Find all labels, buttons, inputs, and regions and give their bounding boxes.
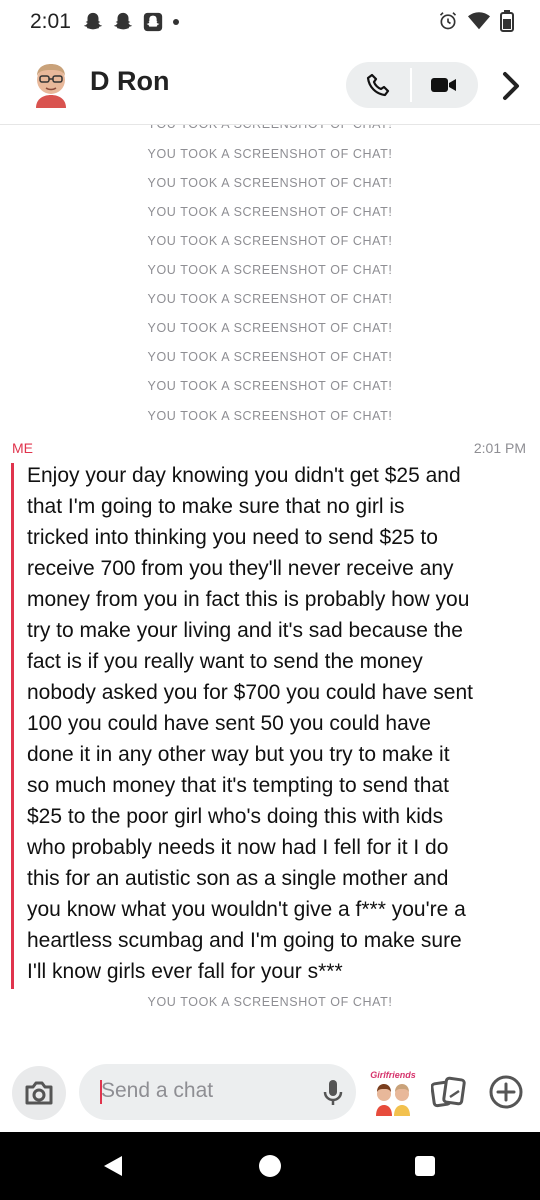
message-line: so much money that it's tempting to send…	[27, 774, 449, 797]
system-notice: YOU TOOK A SCREENSHOT OF CHAT!	[147, 321, 393, 335]
camera-button[interactable]	[12, 1066, 66, 1120]
message-line: money from you in fact this is probably …	[27, 588, 470, 611]
phone-icon	[366, 73, 390, 97]
status-bar: 2:01	[0, 0, 540, 44]
snapchat-ghost-icon	[83, 12, 103, 30]
alarm-icon	[439, 12, 457, 30]
notification-icons	[82, 11, 180, 33]
battery-icon	[500, 10, 514, 32]
snapchat-screenshot-icon	[143, 12, 163, 32]
cards-icon[interactable]	[431, 1076, 467, 1110]
home-nav-icon[interactable]	[259, 1155, 281, 1177]
message-line: I'll know girls ever fall for your s***	[27, 960, 343, 983]
message-accent-bar	[11, 463, 14, 989]
plus-icon[interactable]	[488, 1074, 524, 1110]
message-line: $25 to the poor girl who's doing this wi…	[27, 805, 444, 828]
message-line: receive 700 from you they'll never recei…	[27, 557, 454, 580]
system-notice: YOU TOOK A SCREENSHOT OF CHAT!	[147, 205, 393, 219]
contact-name[interactable]: D Ron	[90, 66, 169, 97]
recents-nav-icon[interactable]	[415, 1156, 435, 1176]
system-notice: YOU TOOK A SCREENSHOT OF CHAT!	[147, 995, 393, 1009]
snapchat-ghost-icon	[113, 12, 133, 30]
bitmoji-icon	[376, 1084, 410, 1116]
call-buttons	[346, 62, 478, 108]
system-icons	[438, 10, 514, 32]
back-nav-icon[interactable]	[102, 1154, 124, 1178]
system-nav-bar	[0, 1132, 540, 1200]
camera-icon	[25, 1081, 53, 1105]
message-line: fact is if you really want to send the m…	[27, 650, 423, 673]
message-line: tricked into thinking you need to send $…	[27, 526, 438, 549]
wifi-icon	[468, 12, 490, 30]
system-notice: YOU TOOK A SCREENSHOT OF CHAT!	[147, 292, 393, 306]
message-line: Enjoy your day knowing you didn't get $2…	[27, 464, 461, 487]
chat-input-placeholder: Send a chat	[101, 1079, 214, 1102]
chat-area[interactable]: YOU TOOK A SCREENSHOT OF CHAT! YOU TOOK …	[0, 125, 540, 1050]
avatar[interactable]	[26, 58, 76, 108]
video-call-button[interactable]	[412, 62, 476, 108]
message-line: 100 you could have sent 50 you could hav…	[27, 712, 431, 735]
message-line: done it in any other way but you try to …	[27, 743, 450, 766]
system-notice: YOU TOOK A SCREENSHOT OF CHAT!	[147, 147, 393, 161]
message-line: this for an autistic son as a single mot…	[27, 867, 449, 890]
system-notice: YOU TOOK A SCREENSHOT OF CHAT!	[147, 234, 393, 248]
microphone-icon[interactable]	[322, 1079, 344, 1107]
system-notice: YOU TOOK A SCREENSHOT OF CHAT!	[147, 379, 393, 393]
system-notice: YOU TOOK A SCREENSHOT OF CHAT!	[147, 263, 393, 277]
message-line: heartless scumbag and I'm going to make …	[27, 929, 462, 952]
system-notice: YOU TOOK A SCREENSHOT OF CHAT!	[147, 350, 393, 364]
bitmoji-sticker-button[interactable]: Girlfriends	[368, 1070, 418, 1118]
system-notice: YOU TOOK A SCREENSHOT OF CHAT!	[147, 409, 393, 423]
dot-icon	[173, 19, 179, 25]
chat-header: D Ron	[0, 44, 540, 125]
chat-message[interactable]: Enjoy your day knowing you didn't get $2…	[27, 460, 532, 987]
sender-label: ME	[12, 440, 33, 456]
system-notice: YOU TOOK A SCREENSHOT OF CHAT!	[147, 176, 393, 190]
status-time: 2:01	[30, 10, 71, 33]
system-notice: YOU TOOK A SCREENSHOT OF CHAT!	[0, 125, 540, 131]
message-line: you know what you wouldn't give a f*** y…	[27, 898, 466, 921]
video-icon	[431, 78, 456, 92]
chat-input[interactable]: Send a chat	[79, 1064, 356, 1120]
message-line: try to make your living and it's sad bec…	[27, 619, 463, 642]
message-line: that I'm going to make sure that no girl…	[27, 495, 405, 518]
message-timestamp: 2:01 PM	[473, 440, 526, 456]
voice-call-button[interactable]	[346, 62, 410, 108]
chevron-right-icon[interactable]	[496, 70, 526, 102]
composer-bar: Send a chat Girlfriends	[0, 1050, 540, 1132]
message-line: who probably needs it now had I fell for…	[27, 836, 449, 859]
message-line: nobody asked you for $700 you could have…	[27, 681, 473, 704]
